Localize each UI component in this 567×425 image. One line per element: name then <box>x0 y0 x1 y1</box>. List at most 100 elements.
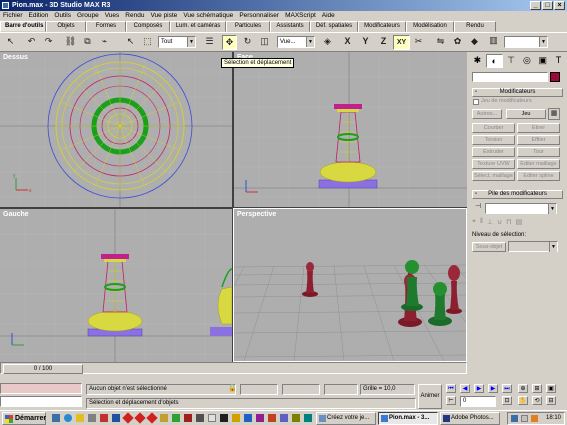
quicklaunch-purple-icon[interactable] <box>256 414 264 422</box>
maxscript-listener-field[interactable] <box>0 383 82 394</box>
reference-coord-dropdown[interactable]: Vue... ▼ <box>277 36 315 48</box>
tab-lum-cameras[interactable]: Lum. et caméras <box>170 21 226 32</box>
viewport-left-label[interactable]: Gauche <box>3 211 29 218</box>
mirror-icon[interactable]: ⇋ <box>433 35 448 50</box>
utilities-icon[interactable]: T <box>551 54 566 68</box>
arc-rotate-icon[interactable]: ⟲ <box>532 396 542 405</box>
restrict-x-button[interactable]: X <box>340 35 355 50</box>
select-object-icon[interactable]: ↖ <box>123 35 138 50</box>
start-button[interactable]: Démarrer <box>2 412 46 425</box>
undo-icon[interactable]: ↶ <box>24 35 39 50</box>
named-selection-dropdown[interactable]: ▼ <box>504 36 548 48</box>
motion-icon[interactable]: ◎ <box>519 54 534 68</box>
task-button-photoshop[interactable]: Adobe Photos... <box>440 412 500 425</box>
modify-icon[interactable]: ◐ <box>485 54 503 68</box>
unlink-icon[interactable]: ⧉ <box>80 35 95 50</box>
quicklaunch-grey-icon[interactable] <box>196 414 204 422</box>
create-icon[interactable]: ✱ <box>470 54 485 68</box>
bind-space-warp-icon[interactable]: ⌁ <box>97 35 112 50</box>
quicklaunch-mail-icon[interactable] <box>112 414 120 422</box>
modifiers-rollout-header[interactable]: - Modificateurs <box>472 88 563 97</box>
modifier-extruder-button[interactable]: Extruder <box>472 147 515 157</box>
select-and-scale-icon[interactable]: ◫ <box>257 35 272 50</box>
modifier-torsion-button[interactable]: Torsion <box>472 135 515 145</box>
edit-stack-icon[interactable]: ▤ <box>516 218 523 229</box>
pan-icon[interactable]: ✋ <box>518 396 528 405</box>
previous-frame-icon[interactable]: ◀ <box>460 384 470 393</box>
quicklaunch-olive-icon[interactable] <box>292 414 300 422</box>
quicklaunch-red2-icon[interactable] <box>134 412 146 424</box>
redo-icon[interactable]: ↷ <box>41 35 56 50</box>
modifier-texture-uvw-button[interactable]: Texture UVW <box>472 159 515 169</box>
chevron-down-icon[interactable]: ▼ <box>187 37 195 47</box>
modifier-editer-spline-button[interactable]: Editer spline <box>517 171 560 181</box>
quicklaunch-gold-icon[interactable] <box>160 414 168 422</box>
maximize-button[interactable]: □ <box>542 1 553 10</box>
tab-particules[interactable]: Particules <box>226 21 270 32</box>
modifier-stack-dropdown[interactable]: ▼ <box>485 203 557 214</box>
tray-network-icon[interactable] <box>511 415 518 422</box>
remove-modifier-icon[interactable]: ⊓ <box>506 218 511 229</box>
tray-volume-icon[interactable] <box>521 415 528 422</box>
minimize-button[interactable]: _ <box>530 1 541 10</box>
hierarchy-icon[interactable]: ⊤ <box>504 54 519 68</box>
modifier-tour-button[interactable]: Tour <box>517 147 560 157</box>
go-to-start-icon[interactable]: ⏮ <box>446 384 456 393</box>
quicklaunch-green-icon[interactable] <box>172 414 180 422</box>
menu-groupe[interactable]: Groupe <box>77 11 99 21</box>
coord-y-field[interactable] <box>282 384 320 395</box>
menu-outils[interactable]: Outils <box>54 11 71 21</box>
menu-vue-piste[interactable]: Vue piste <box>150 11 177 21</box>
align-icon[interactable]: ◆ <box>467 35 482 50</box>
chevron-down-icon[interactable]: ▼ <box>548 204 556 214</box>
quicklaunch-indigo-icon[interactable] <box>280 414 288 422</box>
tab-barre-outils[interactable]: Barre d'outils <box>0 21 46 32</box>
zoom-all-icon[interactable]: ⊞ <box>532 384 542 393</box>
lock-selection-icon[interactable]: 🔒 <box>228 384 237 392</box>
quicklaunch-blue-icon[interactable] <box>244 414 252 422</box>
link-icon[interactable]: ⛓ <box>63 35 78 50</box>
quicklaunch-desktop-icon[interactable] <box>52 414 60 422</box>
zoom-extents-icon[interactable]: ▣ <box>546 384 556 393</box>
menu-vue-schematique[interactable]: Vue schématique <box>183 11 233 21</box>
sub-object-button[interactable]: Sous-objet <box>472 242 506 252</box>
region-select-icon[interactable]: ⬚ <box>140 35 155 50</box>
array-icon[interactable]: ✿ <box>450 35 465 50</box>
task-button-3dsmax[interactable]: Pion.max - 3... <box>378 412 438 425</box>
viewport-left[interactable]: Gauche <box>0 209 232 362</box>
modifier-select-maillage-button[interactable]: Sélect. maillage <box>472 171 515 181</box>
selection-filter-dropdown[interactable]: Tout ▼ <box>158 36 196 48</box>
menu-vues[interactable]: Vues <box>105 11 120 21</box>
sub-object-dropdown[interactable]: ▼ <box>508 241 558 252</box>
active-inactive-icon[interactable]: ‖ <box>480 218 483 229</box>
modifier-etirer-button[interactable]: Etirer <box>517 123 560 133</box>
viewport-perspective[interactable]: Perspective <box>233 208 467 362</box>
quicklaunch-ie-icon[interactable] <box>64 414 72 422</box>
time-slider[interactable]: 0 / 100 <box>0 362 467 374</box>
pin-icon[interactable]: ⌖ <box>472 218 476 229</box>
quicklaunch-doc-icon[interactable] <box>208 414 216 422</box>
named-selection-icon[interactable]: ▥ <box>486 34 501 49</box>
object-name-field[interactable] <box>472 72 548 82</box>
next-frame-icon[interactable]: ▶ <box>488 384 498 393</box>
go-to-end-icon[interactable]: ⏭ <box>502 384 512 393</box>
pivot-center-icon[interactable]: ◈ <box>320 35 335 50</box>
show-end-result-icon[interactable]: ⊥ <box>487 218 493 229</box>
viewport-perspective-label[interactable]: Perspective <box>237 211 276 218</box>
tab-objets[interactable]: Objets <box>46 21 86 32</box>
quicklaunch-app-icon[interactable] <box>88 414 96 422</box>
menu-maxscript[interactable]: MAXScript <box>285 11 316 21</box>
menu-aide[interactable]: Aide <box>322 11 335 21</box>
restrict-z-button[interactable]: Z <box>376 35 391 50</box>
quicklaunch-folder-icon[interactable] <box>76 414 84 422</box>
set-button[interactable]: Jeu <box>506 109 546 119</box>
maxscript-input-field[interactable] <box>0 396 82 407</box>
coord-x-field[interactable] <box>240 384 278 395</box>
menu-edition[interactable]: Edition <box>29 11 49 21</box>
restrict-xy-button[interactable]: XY <box>393 35 410 50</box>
zoom-icon[interactable]: ⊕ <box>518 384 528 393</box>
quicklaunch-yellow-icon[interactable] <box>232 414 240 422</box>
menu-fichier[interactable]: Fichier <box>3 11 23 21</box>
help-pointer-icon[interactable]: ↖ <box>3 35 18 50</box>
modifier-effiler-button[interactable]: Effiler <box>517 135 560 145</box>
